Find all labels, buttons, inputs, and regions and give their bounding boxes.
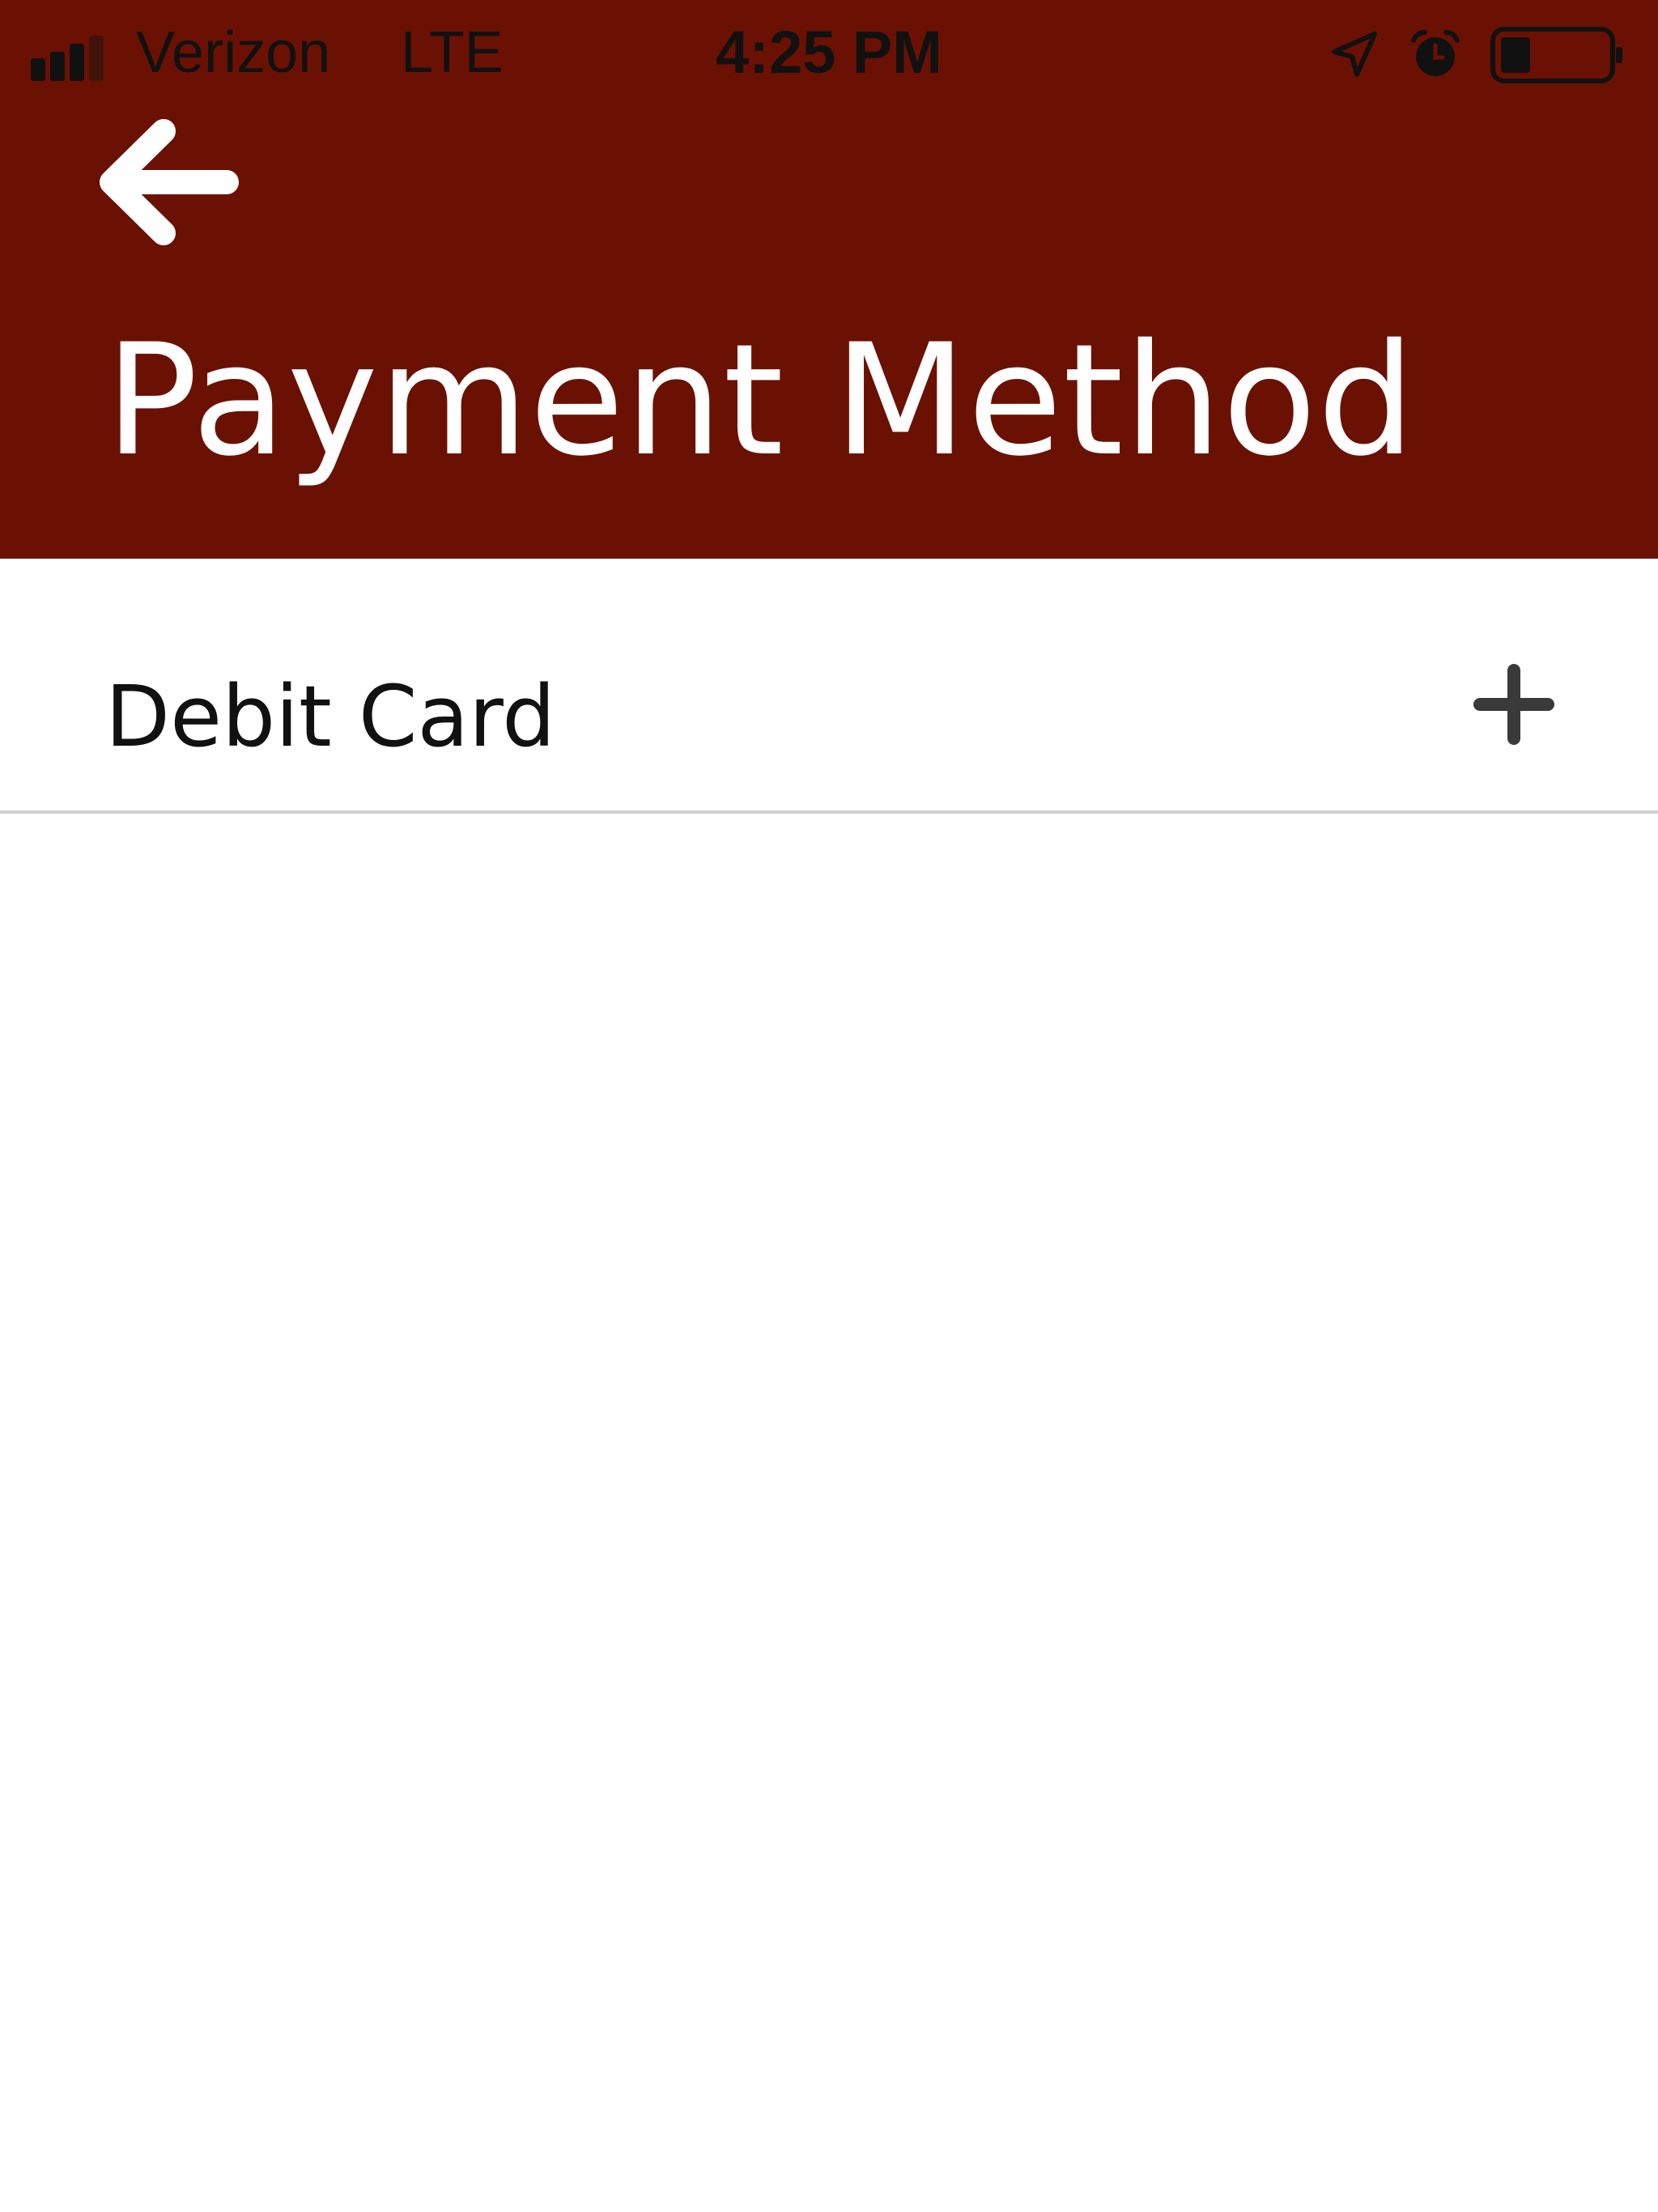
page-title: Payment Method: [105, 311, 1416, 490]
plus-icon[interactable]: [1473, 664, 1554, 745]
alarm-clock-icon: [1411, 30, 1460, 76]
status-bar: Verizon LTE 4:25 PM: [0, 0, 1658, 105]
battery-icon: [1490, 27, 1622, 83]
back-arrow-icon[interactable]: [89, 105, 251, 259]
payment-method-screen: Verizon LTE 4:25 PM Payment Method Debit…: [0, 0, 1658, 2212]
location-arrow-icon: [1332, 32, 1377, 77]
header: Verizon LTE 4:25 PM Payment Method: [0, 0, 1658, 559]
debit-card-label: Debit Card: [105, 667, 556, 766]
list-item-debit-card[interactable]: Debit Card: [0, 559, 1658, 814]
